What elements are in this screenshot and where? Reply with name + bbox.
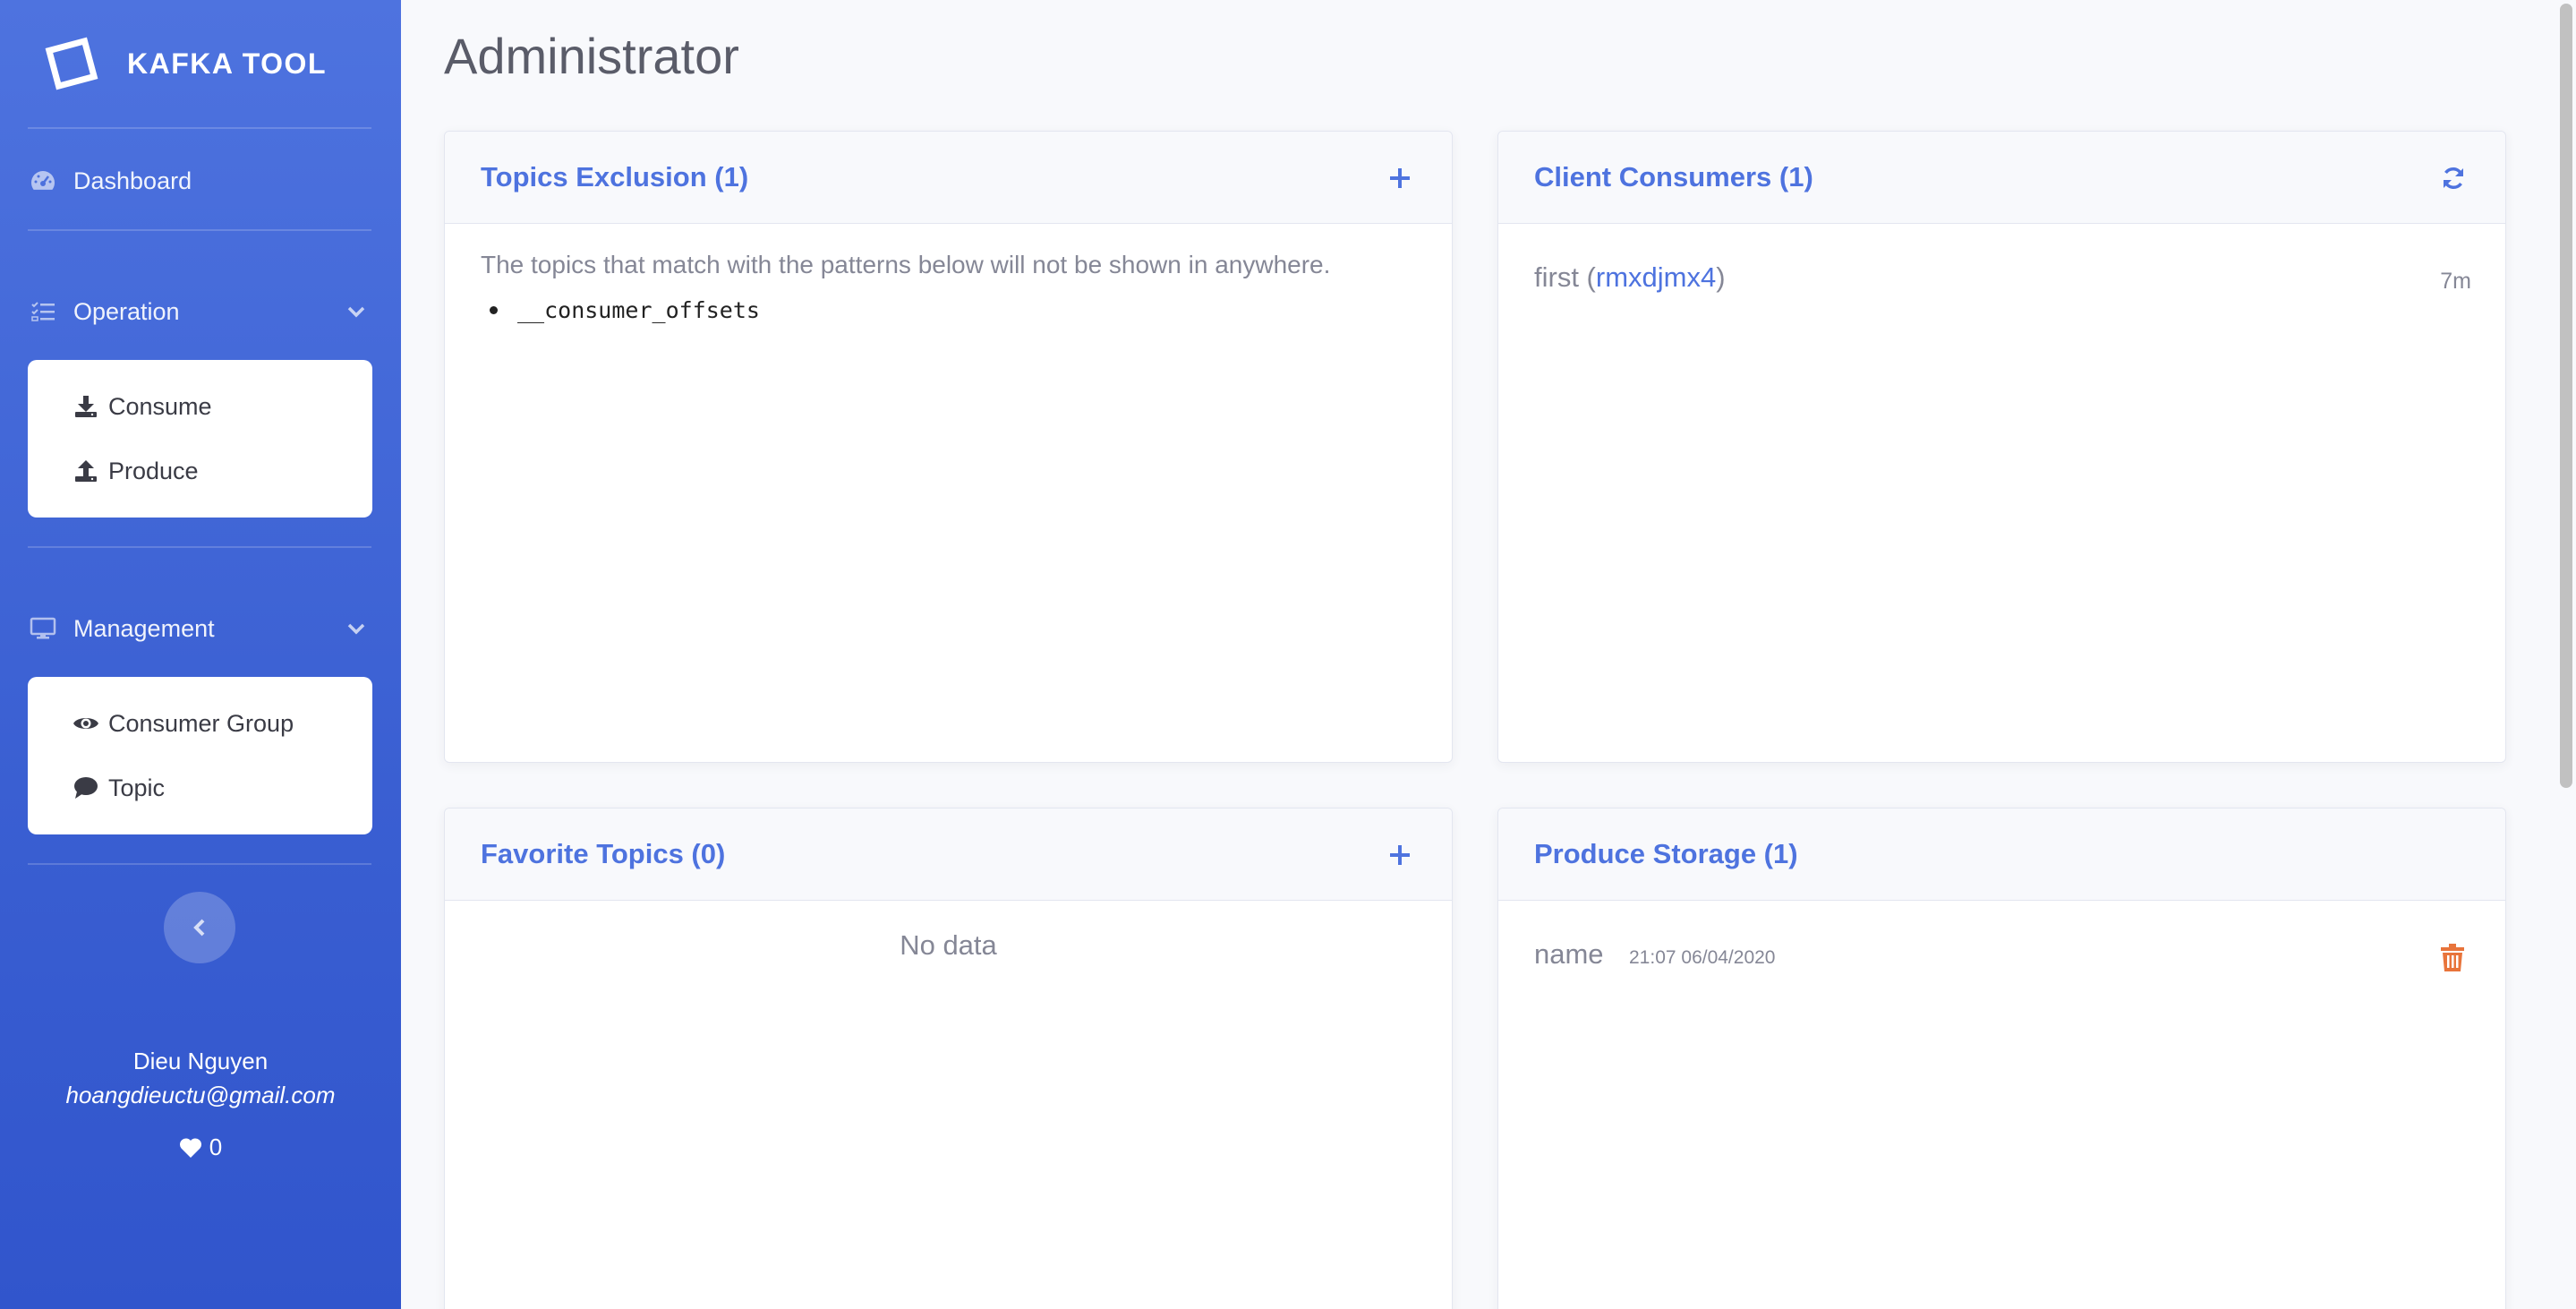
plus-icon bbox=[1390, 845, 1410, 865]
sidebar-divider bbox=[28, 546, 371, 548]
upload-icon bbox=[73, 458, 99, 484]
management-submenu: Consumer Group Topic bbox=[28, 677, 372, 834]
chevron-down-icon bbox=[347, 623, 365, 635]
sub-item-label: Topic bbox=[108, 774, 166, 801]
add-exclusion-button[interactable] bbox=[1384, 162, 1416, 194]
brand[interactable]: KAFKA TOOL bbox=[0, 0, 401, 127]
storage-item-name: name bbox=[1534, 938, 1604, 970]
sidebar-divider bbox=[28, 863, 371, 865]
consumer-row: first (rmxdjmx4) 7m bbox=[1534, 261, 2471, 294]
sidebar-item-consumer-group[interactable]: Consumer Group bbox=[28, 697, 372, 750]
sidebar-item-label: Operation bbox=[73, 297, 180, 325]
client-consumers-card: Client Consumers (1) first (rmxdjmx4) 7m bbox=[1497, 131, 2506, 763]
consumer-id-link[interactable]: rmxdjmx4 bbox=[1596, 261, 1716, 293]
refresh-icon bbox=[2444, 167, 2463, 190]
app-root: KAFKA TOOL Dashboard Operation Consume P… bbox=[0, 0, 2576, 1309]
user-email: hoangdieuctu@gmail.com bbox=[65, 1082, 336, 1108]
sidebar-divider bbox=[28, 229, 371, 231]
delete-storage-button[interactable] bbox=[2437, 942, 2468, 974]
empty-state-text: No data bbox=[900, 929, 997, 961]
tachometer-icon bbox=[29, 167, 57, 195]
eye-icon bbox=[73, 710, 99, 737]
card-header: Favorite Topics (0) bbox=[445, 808, 1452, 901]
sidebar-item-label: Dashboard bbox=[73, 167, 192, 194]
likes-count: 0 bbox=[209, 1134, 223, 1160]
consumer-name: first bbox=[1534, 261, 1579, 293]
sub-item-label: Produce bbox=[108, 457, 199, 484]
scrollbar-thumb[interactable] bbox=[2560, 4, 2572, 788]
consumer-age: 7m bbox=[2440, 269, 2471, 294]
exclusion-pattern-list: __consumer_offsets bbox=[481, 297, 760, 323]
card-title: Topics Exclusion (1) bbox=[481, 161, 749, 192]
produce-storage-card: Produce Storage (1) name 21:07 06/04/202… bbox=[1497, 808, 2506, 1309]
storage-row[interactable]: name 21:07 06/04/2020 bbox=[1534, 938, 2471, 978]
exclusion-pattern: __consumer_offsets bbox=[481, 297, 760, 323]
sidebar-item-management[interactable]: Management bbox=[0, 602, 401, 655]
refresh-consumers-button[interactable] bbox=[2437, 162, 2469, 194]
chevron-left-icon bbox=[193, 919, 205, 937]
card-header: Produce Storage (1) bbox=[1498, 808, 2505, 901]
sidebar-item-consume[interactable]: Consume bbox=[28, 380, 372, 433]
favorite-topics-card: Favorite Topics (0) No data bbox=[444, 808, 1453, 1309]
card-header: Topics Exclusion (1) bbox=[445, 132, 1452, 224]
card-header: Client Consumers (1) bbox=[1498, 132, 2505, 224]
storage-item-date: 21:07 06/04/2020 bbox=[1629, 947, 1776, 968]
add-favorite-button[interactable] bbox=[1384, 839, 1416, 871]
card-title: Favorite Topics (0) bbox=[481, 838, 726, 869]
sidebar-toggle-button[interactable] bbox=[164, 892, 235, 963]
sidebar: KAFKA TOOL Dashboard Operation Consume P… bbox=[0, 0, 401, 1309]
brand-logo-icon bbox=[45, 37, 98, 90]
main-content: Administrator Topics Exclusion (1) The t… bbox=[401, 0, 2576, 1309]
sub-item-label: Consumer Group bbox=[108, 709, 294, 737]
user-likes[interactable]: 0 bbox=[0, 1134, 401, 1161]
operation-submenu: Consume Produce bbox=[28, 360, 372, 518]
topics-exclusion-card: Topics Exclusion (1) The topics that mat… bbox=[444, 131, 1453, 763]
brand-name: KAFKA TOOL bbox=[127, 47, 327, 80]
scrollbar[interactable] bbox=[2556, 0, 2576, 1309]
sidebar-divider bbox=[28, 127, 371, 129]
exclusion-description: The topics that match with the patterns … bbox=[481, 251, 1331, 278]
sidebar-item-dashboard[interactable]: Dashboard bbox=[0, 154, 401, 208]
desktop-icon bbox=[29, 614, 57, 643]
sidebar-item-operation[interactable]: Operation bbox=[0, 285, 401, 338]
user-name: Dieu Nguyen bbox=[132, 1048, 269, 1074]
sidebar-item-label: Management bbox=[73, 614, 215, 642]
chevron-down-icon bbox=[347, 306, 365, 318]
comment-icon bbox=[73, 774, 99, 801]
heart-icon bbox=[179, 1137, 201, 1158]
download-icon bbox=[73, 393, 99, 420]
page-title: Administrator bbox=[444, 28, 739, 84]
sub-item-label: Consume bbox=[108, 392, 212, 420]
sidebar-item-produce[interactable]: Produce bbox=[28, 444, 372, 498]
card-title: Produce Storage (1) bbox=[1534, 838, 1798, 869]
plus-icon bbox=[1390, 168, 1410, 188]
card-title: Client Consumers (1) bbox=[1534, 161, 1813, 192]
tasks-icon bbox=[29, 297, 57, 326]
sidebar-item-topic[interactable]: Topic bbox=[28, 761, 372, 815]
trash-icon bbox=[2441, 944, 2464, 971]
